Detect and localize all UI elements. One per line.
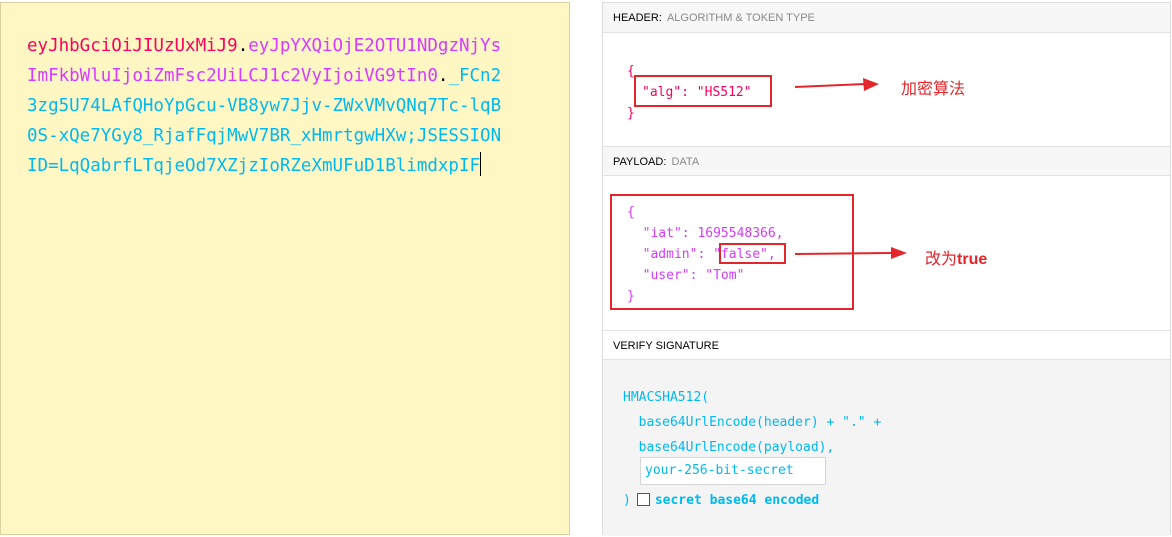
- alg-highlight-box: [634, 75, 772, 107]
- header-subtitle: ALGORITHM & TOKEN TYPE: [666, 12, 815, 24]
- payload-open-brace: {: [627, 205, 635, 220]
- payload-close-brace: }: [627, 289, 635, 304]
- admin-annotation-prefix: 改为: [925, 251, 958, 268]
- alg-arrow-icon: [794, 78, 879, 91]
- admin-arrow-icon: [794, 247, 907, 259]
- admin-annotation-bold: true: [957, 251, 988, 268]
- secret-base64-row: ) secret base64 encoded: [623, 493, 819, 508]
- secret-base64-label[interactable]: secret base64 encoded: [655, 493, 819, 508]
- header-title: HEADER:: [613, 12, 662, 24]
- verify-line-1: HMACSHA512(: [623, 390, 710, 405]
- token-header-part: eyJhbGciOiJIUzUxMiJ9: [27, 36, 238, 56]
- verify-signature-body: HMACSHA512( base64UrlEncode(header) + ".…: [603, 360, 1170, 536]
- header-section-title: HEADER: ALGORITHM & TOKEN TYPE: [603, 3, 1170, 33]
- payload-admin-key: "admin":: [627, 247, 714, 262]
- payload-subtitle: DATA: [671, 156, 700, 168]
- token-dot: .: [437, 66, 449, 86]
- token-dot: .: [237, 36, 249, 56]
- secret-base64-checkbox[interactable]: [636, 493, 650, 506]
- verify-close-paren: ): [623, 493, 631, 508]
- payload-user-line: "user": "Tom": [627, 268, 745, 283]
- encoded-token-panel[interactable]: eyJhbGciOiJIUzUxMiJ9.eyJpYXQiOjE2OTU1NDg…: [0, 2, 570, 535]
- text-caret: [480, 152, 482, 176]
- payload-section-title: PAYLOAD: DATA: [603, 146, 1170, 176]
- encoded-token-text[interactable]: eyJhbGciOiJIUzUxMiJ9.eyJpYXQiOjE2OTU1NDg…: [27, 31, 507, 181]
- secret-input[interactable]: your-256-bit-secret: [640, 457, 826, 485]
- verify-code: HMACSHA512( base64UrlEncode(header) + ".…: [623, 385, 881, 460]
- admin-annotation: 改为true: [925, 245, 987, 269]
- decoded-panel: HEADER: ALGORITHM & TOKEN TYPE { "alg": …: [602, 2, 1171, 536]
- admin-value-highlight-box: [719, 243, 786, 264]
- verify-line-2: base64UrlEncode(header) + "." +: [623, 415, 882, 430]
- alg-annotation: 加密算法: [901, 81, 966, 98]
- verify-section-title: VERIFY SIGNATURE: [603, 330, 1170, 360]
- verify-title: VERIFY SIGNATURE: [613, 340, 719, 352]
- payload-title: PAYLOAD:: [613, 156, 667, 168]
- payload-iat-line: "iat": 1695548366,: [627, 226, 784, 241]
